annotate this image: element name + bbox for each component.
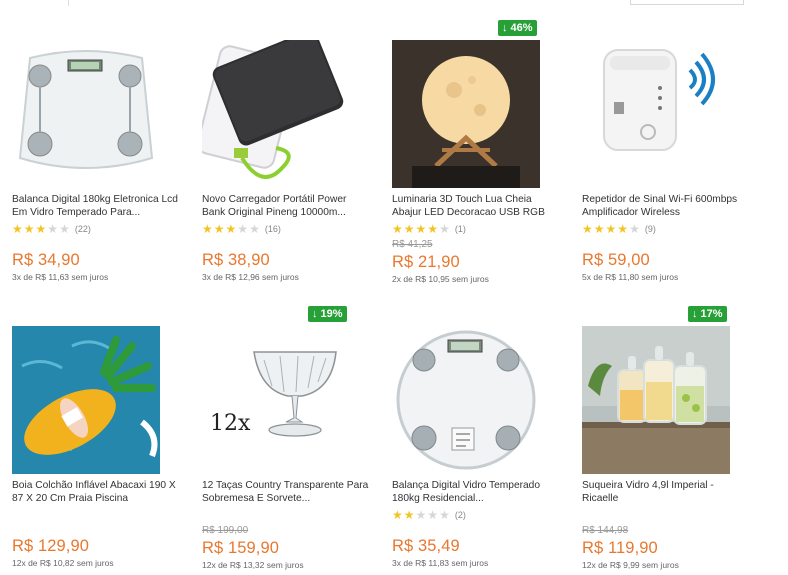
original-price: R$ 41,25 <box>392 239 433 250</box>
star-icon: ★ <box>403 508 415 522</box>
star-icon: ★ <box>617 222 629 236</box>
product-image-moon-lamp[interactable] <box>392 40 540 188</box>
star-icon: ★ <box>213 222 225 236</box>
product-title[interactable]: 12 Taças Country Transparente Para Sobre… <box>202 479 372 505</box>
star-icon: ★ <box>59 222 70 236</box>
installments: 5x de R$ 11,80 sem juros <box>582 272 679 282</box>
rating-count: (22) <box>74 224 91 234</box>
product-title[interactable]: Luminaria 3D Touch Lua Cheia Abajur LED … <box>392 193 562 219</box>
product-image-wifi-repeater[interactable] <box>582 40 730 188</box>
product-rating: ★ ★ ★ ★ ★ (2) <box>392 509 466 521</box>
installments: 3x de R$ 11,63 sem juros <box>12 272 109 282</box>
discount-badge: ↓ 17% <box>688 306 727 322</box>
product-title[interactable]: Boia Colchão Inflável Abacaxi 190 X 87 X… <box>12 479 182 505</box>
product-rating: ★ ★ ★ ★ ★ (22) <box>12 223 91 235</box>
product-price: R$ 119,90 <box>582 539 658 557</box>
rating-count: (9) <box>644 224 656 234</box>
star-icon: ★ <box>12 222 23 236</box>
product-image-round-scale[interactable] <box>392 326 540 474</box>
star-icon: ★ <box>582 222 593 236</box>
product-price: R$ 35,49 <box>392 537 460 555</box>
product-price: R$ 59,00 <box>582 251 650 269</box>
product-price: R$ 159,90 <box>202 539 280 557</box>
star-icon: ★ <box>593 222 605 236</box>
installments: 3x de R$ 12,96 sem juros <box>202 272 299 282</box>
divider <box>68 0 69 6</box>
product-image-power-bank[interactable] <box>202 40 350 188</box>
installments: 2x de R$ 10,95 sem juros <box>392 274 489 284</box>
star-icon: ★ <box>249 222 260 236</box>
star-icon: ★ <box>35 222 47 236</box>
sort-dropdown[interactable] <box>630 0 744 5</box>
product-title[interactable]: Repetidor de Sinal Wi-Fi 600mbps Amplifi… <box>582 193 752 219</box>
star-icon: ★ <box>403 222 415 236</box>
product-price: R$ 129,90 <box>12 537 90 555</box>
discount-badge: ↓ 46% <box>498 20 537 36</box>
product-price: R$ 34,90 <box>12 251 80 269</box>
star-icon: ★ <box>439 508 450 522</box>
glasses-count-text: 12x <box>210 411 251 436</box>
star-icon: ★ <box>392 222 403 236</box>
star-icon: ★ <box>202 222 213 236</box>
product-price: R$ 21,90 <box>392 253 460 271</box>
star-icon: ★ <box>225 222 237 236</box>
star-icon: ★ <box>415 508 427 522</box>
installments: 12x de R$ 10,82 sem juros <box>12 558 114 568</box>
product-title[interactable]: Novo Carregador Portátil Power Bank Orig… <box>202 193 372 219</box>
product-title[interactable]: Suqueira Vidro 4,9l Imperial - Ricaelle <box>582 479 752 505</box>
top-bar <box>0 0 788 6</box>
star-icon: ★ <box>23 222 35 236</box>
star-icon: ★ <box>392 508 403 522</box>
product-rating: ★ ★ ★ ★ ★ (1) <box>392 223 466 235</box>
rating-count: (2) <box>454 510 466 520</box>
product-image-pineapple-float[interactable] <box>12 326 160 474</box>
star-icon: ★ <box>629 222 640 236</box>
product-image-bathroom-scale[interactable] <box>12 40 160 188</box>
star-icon: ★ <box>439 222 450 236</box>
star-icon: ★ <box>427 222 439 236</box>
star-icon: ★ <box>605 222 617 236</box>
product-price: R$ 38,90 <box>202 251 270 269</box>
product-title[interactable]: Balança Digital Vidro Temperado 180kg Re… <box>392 479 562 505</box>
rating-count: (1) <box>454 224 466 234</box>
star-icon: ★ <box>237 222 249 236</box>
discount-badge: ↓ 19% <box>308 306 347 322</box>
product-title[interactable]: Balanca Digital 180kg Eletronica Lcd Em … <box>12 193 182 219</box>
star-icon: ★ <box>427 508 439 522</box>
product-image-dessert-glasses[interactable]: 12x <box>202 326 350 474</box>
rating-count: (16) <box>264 224 281 234</box>
product-rating: ★ ★ ★ ★ ★ (9) <box>582 223 656 235</box>
product-rating: ★ ★ ★ ★ ★ (16) <box>202 223 281 235</box>
original-price: R$ 199,00 <box>202 525 249 536</box>
product-image-juice-dispensers[interactable] <box>582 326 730 474</box>
installments: 12x de R$ 13,32 sem juros <box>202 560 304 570</box>
star-icon: ★ <box>47 222 59 236</box>
installments: 3x de R$ 11,83 sem juros <box>392 558 489 568</box>
installments: 12x de R$ 9,99 sem juros <box>582 560 679 570</box>
original-price: R$ 144,98 <box>582 525 629 536</box>
star-icon: ★ <box>415 222 427 236</box>
